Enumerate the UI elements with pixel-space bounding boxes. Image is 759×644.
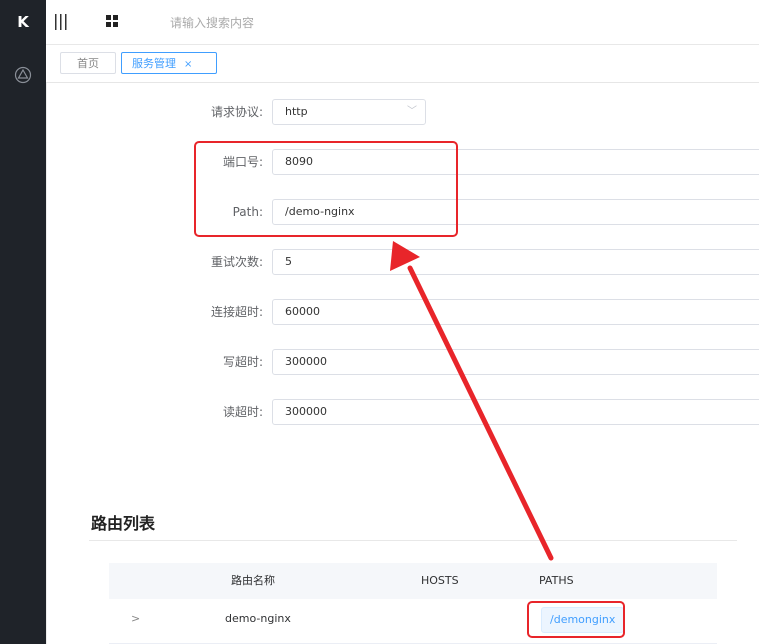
read-timeout-input[interactable]: 300000 <box>272 399 759 425</box>
protocol-select[interactable]: http ﹀ <box>272 99 426 125</box>
connect-timeout-input[interactable]: 60000 <box>272 299 759 325</box>
expand-chevron-icon[interactable]: > <box>131 599 140 639</box>
route-name-cell: demo-nginx <box>225 612 291 625</box>
annotation-highlight-paths-tag <box>527 601 625 638</box>
retries-input[interactable]: 5 <box>272 249 759 275</box>
routes-section-title: 路由列表 <box>91 514 156 533</box>
form-row-protocol: 请求协议: http ﹀ <box>47 99 759 125</box>
sidebar: K <box>0 0 46 644</box>
tab-service-management[interactable]: 服务管理 × <box>121 52 217 74</box>
global-search-input[interactable] <box>164 12 436 34</box>
write-timeout-input[interactable]: 300000 <box>272 349 759 375</box>
protocol-value: http <box>285 105 308 118</box>
chevron-down-icon: ﹀ <box>407 106 417 117</box>
form-row-retries: 重试次数: 5 <box>47 249 759 275</box>
triangle-circle-icon[interactable] <box>14 66 32 84</box>
tabs-bar: 首页 服务管理 × <box>46 45 759 83</box>
tab-home[interactable]: 首页 <box>60 52 116 74</box>
app-logo: K <box>17 13 29 31</box>
tab-home-label: 首页 <box>77 57 99 70</box>
column-paths: PATHS <box>539 574 574 587</box>
form-row-read-timeout: 读超时: 300000 <box>47 399 759 425</box>
close-icon[interactable]: × <box>184 59 192 70</box>
table-row[interactable]: > demo-nginx /demonginx <box>109 599 717 644</box>
column-route-name: 路由名称 <box>231 574 275 587</box>
tab-service-management-label: 服务管理 <box>132 57 176 70</box>
table-header: 路由名称 HOSTS PATHS <box>109 563 717 599</box>
read-timeout-label: 读超时: <box>222 405 263 419</box>
protocol-label: 请求协议: <box>210 105 263 119</box>
routes-table: 路由名称 HOSTS PATHS > demo-nginx /demonginx <box>109 563 717 644</box>
write-timeout-label: 写超时: <box>222 355 263 369</box>
section-divider <box>89 540 737 541</box>
retries-label: 重试次数: <box>210 255 263 269</box>
grid-apps-icon[interactable] <box>106 15 118 27</box>
top-header <box>46 0 759 45</box>
annotation-highlight-port-path <box>194 141 458 237</box>
column-hosts: HOSTS <box>421 574 459 587</box>
connect-timeout-label: 连接超时: <box>210 305 263 319</box>
form-row-write-timeout: 写超时: 300000 <box>47 349 759 375</box>
menu-collapse-icon[interactable] <box>54 13 68 31</box>
form-row-connect-timeout: 连接超时: 60000 <box>47 299 759 325</box>
